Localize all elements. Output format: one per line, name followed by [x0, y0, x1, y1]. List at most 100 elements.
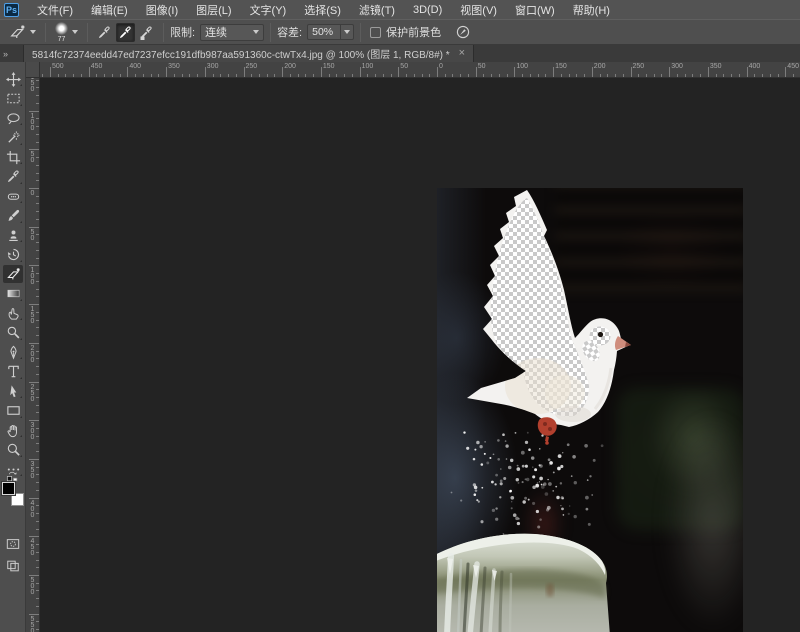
screen-mode-icon — [6, 559, 20, 573]
ruler-h-label-17: 350 — [710, 63, 722, 70]
tablet-pressure-button[interactable] — [452, 21, 474, 43]
brush-tool[interactable] — [3, 207, 23, 225]
ruler-h-label-14: 200 — [594, 63, 606, 70]
healing-brush-tool[interactable] — [3, 187, 23, 205]
hand-icon — [6, 423, 21, 438]
smudge-icon — [6, 306, 21, 321]
dodge-icon — [6, 325, 21, 340]
ruler-v-label-8: 250 — [29, 384, 36, 402]
history-brush-tool[interactable] — [3, 246, 23, 264]
protect-foreground-toggle[interactable]: 保护前景色 — [367, 21, 444, 43]
tolerance-label: 容差: — [277, 24, 302, 40]
separator — [270, 23, 271, 42]
quick-mask-icon — [6, 537, 20, 551]
sampling-continuous-button[interactable] — [95, 23, 114, 42]
horizontal-ruler[interactable]: 5004504003503002502001501005005010015020… — [26, 62, 800, 78]
history-icon — [6, 247, 21, 262]
menu-item-0[interactable]: 文件(F) — [28, 0, 82, 19]
path-selection-tool[interactable] — [3, 382, 23, 400]
limit-label: 限制: — [170, 24, 195, 40]
move-tool[interactable] — [3, 70, 23, 88]
ruler-h-label-7: 150 — [323, 63, 335, 70]
menu-item-8[interactable]: 视图(V) — [451, 0, 506, 19]
ruler-h-label-16: 300 — [671, 63, 683, 70]
chevron-down-icon — [72, 30, 78, 34]
brush-size-picker[interactable]: 77 — [52, 21, 81, 43]
crop-tool[interactable] — [3, 148, 23, 166]
ruler-h-label-10: 0 — [439, 63, 443, 70]
zoom-tool[interactable] — [3, 441, 23, 459]
document-canvas[interactable] — [437, 188, 743, 632]
protect-foreground-checkbox[interactable] — [370, 27, 381, 38]
lasso-icon — [6, 111, 21, 126]
marquee-icon — [6, 91, 21, 106]
quick-mask-button[interactable] — [3, 536, 23, 552]
dove-eye — [598, 332, 603, 337]
separator — [45, 23, 46, 42]
rect-marquee-tool[interactable] — [3, 90, 23, 108]
vertical-ruler[interactable]: 1501005005010015020025030035040045050055… — [26, 62, 40, 632]
zoomglass-icon — [6, 442, 21, 457]
menu-item-4[interactable]: 文字(Y) — [241, 0, 296, 19]
document-tab[interactable]: 5814fc72374eedd47ed7237efcc191dfb987aa59… — [23, 45, 474, 62]
lasso-tool[interactable] — [3, 109, 23, 127]
hand-tool[interactable] — [3, 421, 23, 439]
ruler-h-label-6: 200 — [284, 63, 296, 70]
protect-foreground-label: 保护前景色 — [386, 24, 441, 40]
eyedrop-icon — [6, 169, 21, 184]
ruler-v-label-4: 50 — [29, 229, 36, 241]
tool-preset-button[interactable] — [6, 21, 39, 43]
eyedropper-tool[interactable] — [3, 168, 23, 186]
magic-wand-tool[interactable] — [3, 129, 23, 147]
separator — [360, 23, 361, 42]
menu-item-3[interactable]: 图层(L) — [187, 0, 240, 19]
ruler-h-label-11: 50 — [478, 63, 486, 70]
ruler-h-label-9: 50 — [400, 63, 408, 70]
eraser-icon — [6, 267, 21, 282]
menu-item-1[interactable]: 编辑(E) — [82, 0, 137, 19]
tolerance-input[interactable]: 50% — [307, 24, 341, 40]
sampling-background-swatch-button[interactable] — [137, 23, 156, 42]
chevron-down-icon — [30, 30, 36, 34]
menu-item-5[interactable]: 选择(S) — [295, 0, 350, 19]
photo-foreground — [437, 188, 743, 632]
wand-icon — [6, 130, 21, 145]
pen-tool[interactable] — [3, 343, 23, 361]
eyedropper-continuous-icon — [97, 25, 112, 40]
tab-overflow-chevron[interactable]: » — [0, 45, 12, 62]
smudge-tool[interactable] — [3, 304, 23, 322]
screen-mode-button[interactable] — [3, 558, 23, 574]
dove-feet — [538, 417, 557, 445]
menu-item-2[interactable]: 图像(I) — [137, 0, 187, 19]
dodge-tool[interactable] — [3, 324, 23, 342]
fountain-basin — [437, 534, 610, 632]
shape-tool[interactable] — [3, 402, 23, 420]
menu-item-7[interactable]: 3D(D) — [404, 0, 451, 19]
tab-close-icon[interactable]: × — [459, 48, 465, 59]
ruler-v-label-10: 350 — [29, 461, 36, 479]
limit-dropdown[interactable]: 连续 — [200, 24, 264, 41]
ruler-v-label-11: 400 — [29, 500, 36, 518]
chevron-down-icon — [344, 30, 350, 34]
ruler-v-label-2: 50 — [29, 151, 36, 163]
background-eraser-tool[interactable] — [3, 265, 23, 283]
edit-toolbar-button[interactable] — [3, 460, 23, 478]
gradient-tool[interactable] — [3, 285, 23, 303]
brush-preview: 77 — [55, 22, 68, 43]
menu-item-9[interactable]: 窗口(W) — [506, 0, 564, 19]
document-tab-title: 5814fc72374eedd47ed7237efcc191dfb987aa59… — [32, 46, 450, 61]
sampling-once-button[interactable] — [116, 23, 135, 42]
limit-value: 连续 — [205, 24, 227, 40]
foreground-color-swatch[interactable] — [2, 482, 15, 495]
menu-item-10[interactable]: 帮助(H) — [564, 0, 619, 19]
ruler-h-label-15: 250 — [633, 63, 645, 70]
tolerance-dropdown-button[interactable] — [341, 24, 354, 40]
ruler-v-label-6: 150 — [29, 306, 36, 324]
type-tool[interactable] — [3, 363, 23, 381]
ruler-v-label-7: 200 — [29, 345, 36, 363]
clone-stamp-tool[interactable] — [3, 226, 23, 244]
color-swatches[interactable] — [2, 482, 24, 506]
ruler-corner — [26, 62, 40, 78]
eyedropper-swatch-icon — [139, 25, 154, 40]
menu-item-6[interactable]: 滤镜(T) — [350, 0, 404, 19]
